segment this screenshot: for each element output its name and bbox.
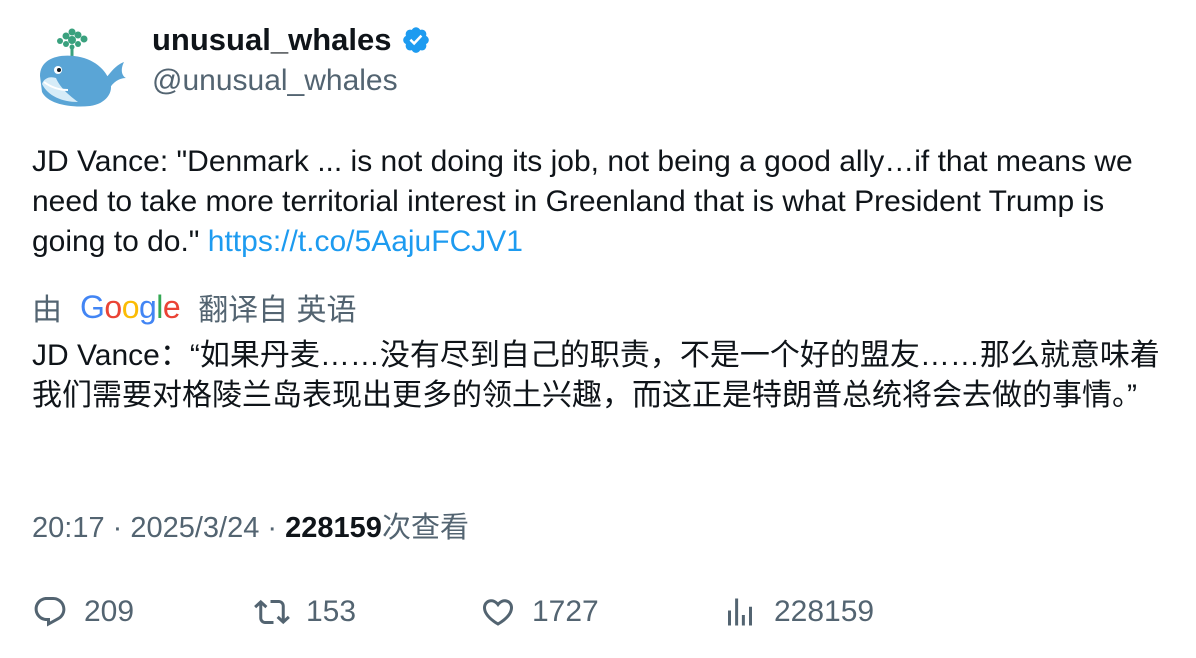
translation-from-label: 翻译自 英语 (198, 294, 357, 327)
avatar[interactable] (30, 26, 126, 112)
reply-button[interactable]: 209 (32, 590, 134, 634)
tweet-time[interactable]: 20:17 (32, 512, 105, 544)
action-bar: 209 153 1727 228159 (0, 590, 1196, 634)
retweet-icon (254, 599, 290, 625)
translated-text: JD Vance：“如果丹麦……没有尽到自己的职责，不是一个好的盟友……那么就意… (32, 339, 1160, 412)
retweet-button[interactable]: 153 (254, 590, 356, 634)
translation-by-label: 由 (32, 294, 62, 327)
heart-icon (482, 599, 514, 626)
author-display-name[interactable]: unusual_whales (152, 22, 431, 58)
whale-avatar-icon (40, 28, 126, 107)
google-logo: Google (80, 288, 181, 325)
author-handle[interactable]: @unusual_whales (152, 64, 398, 98)
tweet-date[interactable]: 2025/3/24 (130, 512, 259, 544)
tweet-link[interactable]: https://t.co/5AajuFCJV1 (208, 225, 523, 258)
views-button[interactable]: 228159 (722, 590, 874, 634)
reply-icon (34, 597, 66, 627)
verified-badge-icon (403, 27, 430, 53)
display-name-text: unusual_whales (152, 22, 392, 57)
like-count: 1727 (532, 595, 599, 628)
like-button[interactable]: 1727 (480, 590, 599, 634)
meta-separator: · (259, 512, 286, 544)
analytics-icon (728, 598, 752, 626)
tweet-body: JD Vance: "Denmark ... is not doing its … (32, 145, 1133, 258)
retweet-count: 153 (306, 595, 357, 628)
reply-count: 209 (84, 595, 135, 628)
views-count: 228159 (285, 512, 382, 544)
tweet-meta: 20:17 · 2025/3/24 · 228159次查看 (32, 504, 469, 546)
meta-separator: · (104, 512, 131, 544)
tweet-text: JD Vance: "Denmark ... is not doing its … (32, 142, 1172, 262)
views-action-count: 228159 (774, 595, 875, 628)
translation-attribution: 由 Google 翻译自 英语 (32, 287, 357, 328)
views-suffix: 次查看 (381, 512, 469, 544)
